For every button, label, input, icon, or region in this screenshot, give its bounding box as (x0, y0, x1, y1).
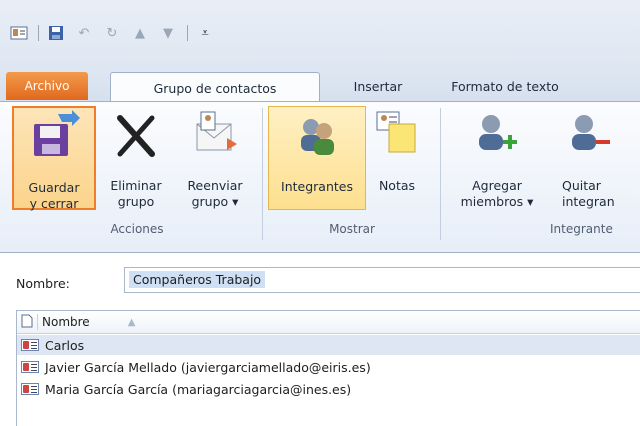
ribbon-tabs: Archivo Grupo de contactos Insertar Form… (0, 64, 640, 103)
members-button[interactable]: Integrantes (268, 106, 366, 210)
down-arrow-icon[interactable]: ▼ (159, 25, 177, 41)
name-label: Nombre: (16, 276, 70, 291)
tab-insertar[interactable]: Insertar (338, 72, 418, 100)
member-name: Carlos (45, 337, 85, 353)
contact-card-icon (21, 383, 39, 395)
add-members-label: Agregar (472, 178, 522, 193)
save-close-label-2: y cerrar (29, 196, 79, 211)
save-close-label: Guardar (28, 180, 80, 195)
quick-access-toolbar: ↶ ↻ ▲ ▼ ⩡ (0, 0, 640, 64)
members-list: Nombre ▲ Carlos Javier García Mellado (j… (16, 310, 640, 426)
up-arrow-icon[interactable]: ▲ (131, 25, 149, 41)
add-member-icon (471, 108, 523, 160)
ribbon: Guardar y cerrar Eliminar grupo Reenviar gr… (0, 101, 640, 253)
forward-group-icon (189, 108, 241, 160)
list-item[interactable]: Maria García García (mariagarciagarcia@i… (17, 379, 640, 399)
save-icon[interactable] (47, 25, 65, 41)
notes-icon (371, 108, 423, 160)
remove-members-label: Quitar (562, 178, 601, 193)
add-members-button[interactable]: Agregar miembros ▾ (454, 106, 540, 210)
list-item[interactable]: Javier García Mellado (javiergarciamella… (17, 357, 640, 377)
forward-group-label-2: grupo ▾ (191, 194, 239, 209)
group-separator (262, 108, 263, 240)
column-divider (37, 314, 38, 330)
delete-group-label-2: grupo (117, 194, 155, 209)
redo-icon[interactable]: ↻ (103, 25, 121, 41)
forward-group-label: Reenviar (187, 178, 243, 193)
save-close-icon (28, 110, 80, 162)
tab-formato-de-texto[interactable]: Formato de texto (440, 72, 570, 100)
customize-icon[interactable]: ⩡ (196, 25, 214, 41)
remove-members-button[interactable]: Quitar integran (540, 106, 640, 210)
group-name-input[interactable]: Compañeros Trabajo (124, 267, 640, 293)
tab-archivo[interactable]: Archivo (6, 72, 88, 100)
remove-member-icon (564, 108, 616, 160)
contact-card-icon (21, 361, 39, 373)
tab-grupo-de-contactos[interactable]: Grupo de contactos (110, 72, 320, 103)
forward-group-button[interactable]: Reenviar grupo ▾ (176, 106, 254, 210)
group-label-mostrar: Mostrar (329, 222, 375, 236)
member-name: Javier García Mellado (javiergarciamella… (45, 359, 371, 375)
undo-icon[interactable]: ↶ (75, 25, 93, 41)
members-icon (291, 109, 343, 161)
name-row: Nombre: Compañeros Trabajo (0, 262, 640, 302)
add-members-label-2: miembros ▾ (460, 194, 534, 209)
notes-label: Notas (378, 178, 416, 193)
sort-ascending-icon: ▲ (127, 316, 136, 328)
save-and-close-button[interactable]: Guardar y cerrar (12, 106, 96, 211)
document-icon (21, 314, 33, 331)
contact-card-icon[interactable] (10, 25, 28, 41)
delete-x-icon (110, 108, 162, 160)
notes-button[interactable]: Notas (368, 106, 426, 210)
column-header-nombre[interactable]: Nombre (42, 315, 90, 329)
group-label-acciones: Acciones (110, 222, 164, 236)
delete-group-label: Eliminar (110, 178, 162, 193)
delete-group-button[interactable]: Eliminar grupo (98, 106, 174, 210)
group-separator (440, 108, 441, 240)
member-name: Maria García García (mariagarciagarcia@i… (45, 381, 352, 397)
toolbar-separator (187, 25, 188, 41)
list-item[interactable]: Carlos (17, 335, 640, 355)
group-label-integrantes: Integrante (550, 222, 613, 236)
contact-card-icon (21, 339, 39, 351)
toolbar-separator (38, 25, 39, 41)
members-label: Integrantes (281, 179, 353, 194)
list-header[interactable]: Nombre ▲ (17, 311, 640, 334)
group-name-value: Compañeros Trabajo (129, 271, 266, 288)
remove-members-label-2: integran (562, 194, 615, 209)
